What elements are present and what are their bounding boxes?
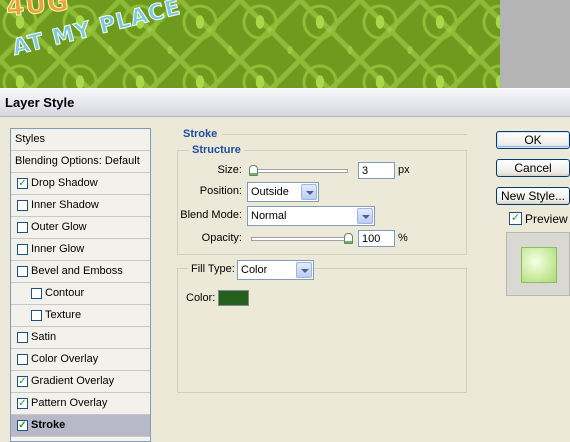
canvas-text-line-1: 4UG	[4, 0, 71, 24]
style-item-label: Inner Shadow	[31, 199, 99, 211]
opacity-slider-track[interactable]	[251, 237, 348, 241]
style-checkbox[interactable]	[17, 200, 28, 211]
blend-mode-select[interactable]: Normal	[247, 206, 375, 226]
style-item-styles[interactable]: Styles	[11, 129, 150, 151]
color-label: Color:	[186, 292, 216, 304]
canvas-image: 4UG AT MY PLACE	[0, 0, 500, 88]
dialog-titlebar[interactable]: Layer Style	[0, 88, 570, 117]
style-item-label: Satin	[31, 331, 57, 343]
preview-checkbox[interactable]: ✓	[509, 212, 522, 225]
preview-label: Preview	[525, 212, 568, 226]
position-value: Outside	[251, 186, 289, 198]
style-checkbox[interactable]	[31, 288, 42, 299]
style-checkbox[interactable]	[17, 222, 28, 233]
size-input[interactable]: 3	[358, 162, 395, 179]
style-item-texture[interactable]: Texture	[11, 305, 150, 327]
dialog-title: Layer Style	[5, 95, 75, 110]
document-canvas: 4UG AT MY PLACE	[0, 0, 570, 88]
structure-title: Structure	[189, 144, 244, 156]
fill-type-value: Color	[241, 264, 268, 276]
style-checkbox[interactable]: ✓	[17, 178, 28, 189]
style-item-label: Stroke	[31, 419, 66, 431]
blend-mode-value: Normal	[251, 210, 287, 222]
ok-button[interactable]: OK	[496, 131, 570, 149]
style-item-label: Gradient Overlay	[31, 375, 115, 387]
opacity-slider-thumb[interactable]	[344, 233, 353, 244]
style-item-label: Bevel and Emboss	[31, 265, 123, 277]
style-item-blending-options-default[interactable]: Blending Options: Default	[11, 151, 150, 173]
styles-list: Styles Blending Options: Default ✓ Drop Sha…	[10, 128, 151, 442]
style-checkbox[interactable]	[17, 332, 28, 343]
style-item-bevel-and-emboss[interactable]: Bevel and Emboss	[11, 261, 150, 283]
style-item-label: Texture	[45, 309, 82, 321]
style-checkbox[interactable]	[17, 266, 28, 277]
new-style-button[interactable]: New Style...	[496, 187, 570, 205]
size-unit: px	[398, 164, 410, 176]
style-checkbox[interactable]: ✓	[17, 398, 28, 409]
style-item-label: Pattern Overlay	[31, 397, 108, 409]
cancel-button[interactable]: Cancel	[496, 159, 570, 177]
size-slider-track[interactable]	[251, 169, 348, 173]
preview-thumbnail	[521, 247, 557, 283]
style-item-label: Contour	[45, 287, 85, 299]
chevron-down-icon[interactable]	[301, 184, 317, 200]
style-checkbox[interactable]	[31, 310, 42, 321]
style-item-drop-shadow[interactable]: ✓ Drop Shadow	[11, 173, 150, 195]
style-item-label: Outer Glow	[31, 221, 87, 233]
style-item-label: Styles	[15, 133, 45, 145]
style-checkbox[interactable]: ✓	[17, 420, 28, 431]
style-checkbox[interactable]	[17, 244, 28, 255]
stroke-section-title: Stroke	[183, 128, 218, 140]
position-select[interactable]: Outside	[247, 182, 319, 202]
style-checkbox[interactable]	[17, 354, 28, 365]
chevron-down-icon[interactable]	[357, 208, 373, 224]
style-item-outer-glow[interactable]: Outer Glow	[11, 217, 150, 239]
blend-mode-label: Blend Mode:	[180, 209, 242, 221]
style-item-gradient-overlay[interactable]: ✓ Gradient Overlay	[11, 371, 150, 393]
stroke-divider	[222, 134, 467, 135]
size-label: Size:	[217, 164, 242, 176]
fill-type-label: Fill Type:	[188, 263, 238, 275]
style-item-inner-shadow[interactable]: Inner Shadow	[11, 195, 150, 217]
style-item-label: Inner Glow	[31, 243, 85, 255]
style-item-color-overlay[interactable]: Color Overlay	[11, 349, 150, 371]
chevron-down-icon[interactable]	[296, 262, 312, 278]
style-item-contour[interactable]: Contour	[11, 283, 150, 305]
opacity-unit: %	[398, 232, 408, 244]
style-item-label: Color Overlay	[31, 353, 99, 365]
fill-type-group	[177, 268, 467, 393]
style-item-inner-glow[interactable]: Inner Glow	[11, 239, 150, 261]
layer-style-dialog: Layer Style Styles Blending Options: Defa…	[0, 88, 570, 442]
opacity-input[interactable]: 100	[358, 230, 395, 247]
style-item-label: Blending Options: Default	[15, 155, 140, 167]
style-checkbox[interactable]: ✓	[17, 376, 28, 387]
position-label: Position:	[199, 185, 242, 197]
style-item-label: Drop Shadow	[31, 177, 98, 189]
fill-type-select[interactable]: Color	[237, 260, 314, 280]
canvas-background	[500, 0, 570, 88]
style-item-satin[interactable]: Satin	[11, 327, 150, 349]
style-preview	[506, 232, 570, 296]
style-item-stroke[interactable]: ✓ Stroke	[11, 415, 150, 437]
size-slider-thumb[interactable]	[249, 165, 258, 176]
opacity-label: Opacity:	[201, 232, 242, 244]
stroke-color-swatch[interactable]	[218, 290, 249, 306]
style-item-pattern-overlay[interactable]: ✓ Pattern Overlay	[11, 393, 150, 415]
